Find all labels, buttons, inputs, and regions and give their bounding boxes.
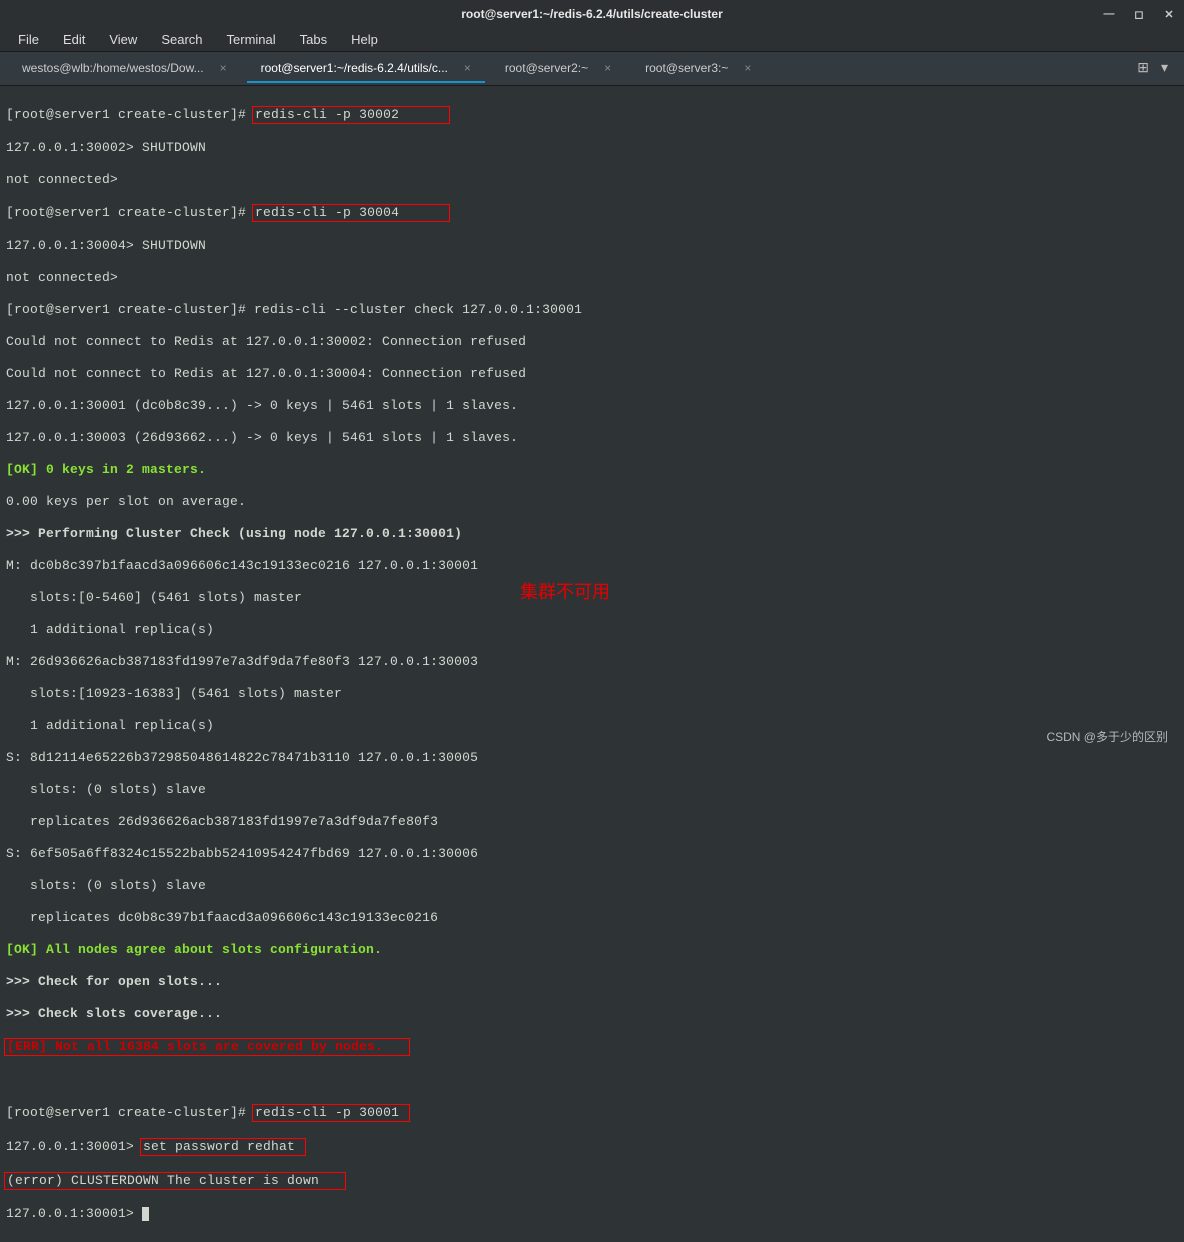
terminal-line: S: 6ef505a6ff8324c15522babb52410954247fb… [6,846,1178,862]
terminal-line: slots:[10923-16383] (5461 slots) master [6,686,1178,702]
menu-edit[interactable]: Edit [53,30,95,49]
terminal-line: >>> Performing Cluster Check (using node… [6,526,1178,542]
tab-dropdown-icon[interactable]: ▾ [1161,60,1168,77]
terminal-line: slots: (0 slots) slave [6,878,1178,894]
tab-label: root@server2:~ [505,61,588,75]
window-title: root@server1:~/redis-6.2.4/utils/create-… [461,7,723,21]
terminal-line-ok: [OK] All nodes agree about slots configu… [6,942,1178,958]
terminal-line: M: 26d936626acb387183fd1997e7a3df9da7fe8… [6,654,1178,670]
tab-2[interactable]: root@server1:~/redis-6.2.4/utils/c... × [247,55,485,83]
tab-4[interactable]: root@server3:~ × [631,55,765,83]
terminal-line: 127.0.0.1:30002> SHUTDOWN [6,140,1178,156]
terminal-line: not connected> [6,270,1178,286]
terminal-line: 1 additional replica(s) [6,718,1178,734]
terminal-line: [root@server1 create-cluster]# redis-cli… [6,302,1178,318]
terminal-output[interactable]: [root@server1 create-cluster]# redis-cli… [0,86,1184,1242]
command: redis-cli -p 30004 [255,205,399,220]
watermark: CSDN @多于少的区别 [1046,728,1168,745]
prompt: [root@server1 create-cluster]# [6,107,254,122]
terminal-line: 127.0.0.1:30003 (26d93662...) -> 0 keys … [6,430,1178,446]
highlight-box: redis-cli -p 30002 [252,106,450,124]
terminal-line-error: (error) CLUSTERDOWN The cluster is down [7,1173,319,1188]
tab-label: root@server1:~/redis-6.2.4/utils/c... [261,61,448,75]
terminal-line: 1 additional replica(s) [6,622,1178,638]
tab-close-icon[interactable]: × [604,61,611,75]
tab-1[interactable]: westos@wlb:/home/westos/Dow... × [8,55,241,83]
terminal-line: Could not connect to Redis at 127.0.0.1:… [6,334,1178,350]
terminal-line: S: 8d12114e65226b372985048614822c78471b3… [6,750,1178,766]
tab-close-icon[interactable]: × [464,61,471,75]
terminal-line: Could not connect to Redis at 127.0.0.1:… [6,366,1178,382]
terminal-line: 127.0.0.1:30001 (dc0b8c39...) -> 0 keys … [6,398,1178,414]
prompt: [root@server1 create-cluster]# [6,1105,254,1120]
terminal-line-err: [ERR] Not all 16384 slots are covered by… [7,1039,383,1054]
terminal-line: 0.00 keys per slot on average. [6,494,1178,510]
new-tab-icon[interactable]: ⊞ [1137,60,1149,77]
highlight-box: redis-cli -p 30004 [252,204,450,222]
terminal-line: >>> Check for open slots... [6,974,1178,990]
terminal-line: slots: (0 slots) slave [6,782,1178,798]
terminal-line: 127.0.0.1:30004> SHUTDOWN [6,238,1178,254]
tab-3[interactable]: root@server2:~ × [491,55,625,83]
menu-terminal[interactable]: Terminal [217,30,286,49]
command: redis-cli -p 30001 [255,1105,399,1120]
tab-label: westos@wlb:/home/westos/Dow... [22,61,204,75]
menu-search[interactable]: Search [151,30,212,49]
window-titlebar: root@server1:~/redis-6.2.4/utils/create-… [0,0,1184,28]
prompt: [root@server1 create-cluster]# [6,205,254,220]
highlight-box: (error) CLUSTERDOWN The cluster is down [4,1172,346,1190]
menu-tabs[interactable]: Tabs [290,30,337,49]
terminal-line: M: dc0b8c397b1faacd3a096606c143c19133ec0… [6,558,1178,574]
highlight-box: [ERR] Not all 16384 slots are covered by… [4,1038,410,1056]
maximize-button[interactable]: ◻ [1132,7,1146,21]
highlight-box: set password redhat [140,1138,306,1156]
command: redis-cli -p 30002 [255,107,399,122]
tab-label: root@server3:~ [645,61,728,75]
cursor [142,1207,149,1221]
terminal-line: >>> Check slots coverage... [6,1006,1178,1022]
annotation-text: 集群不可用 [520,578,610,604]
tabbar: westos@wlb:/home/westos/Dow... × root@se… [0,52,1184,86]
menu-view[interactable]: View [99,30,147,49]
tab-close-icon[interactable]: × [220,61,227,75]
minimize-button[interactable]: — [1102,7,1116,21]
redis-prompt: 127.0.0.1:30001> [6,1206,142,1221]
command: set password redhat [143,1139,295,1154]
terminal-line: replicates 26d936626acb387183fd1997e7a3d… [6,814,1178,830]
close-button[interactable]: ✕ [1162,7,1176,21]
tab-close-icon[interactable]: × [744,61,751,75]
terminal-line-ok: [OK] 0 keys in 2 masters. [6,462,1178,478]
redis-prompt: 127.0.0.1:30001> [6,1139,142,1154]
terminal-line: replicates dc0b8c397b1faacd3a096606c143c… [6,910,1178,926]
window-controls: — ◻ ✕ [1102,7,1176,21]
menubar: File Edit View Search Terminal Tabs Help [0,28,1184,52]
menu-help[interactable]: Help [341,30,388,49]
highlight-box: redis-cli -p 30001 [252,1104,410,1122]
menu-file[interactable]: File [8,30,49,49]
terminal-line: not connected> [6,172,1178,188]
